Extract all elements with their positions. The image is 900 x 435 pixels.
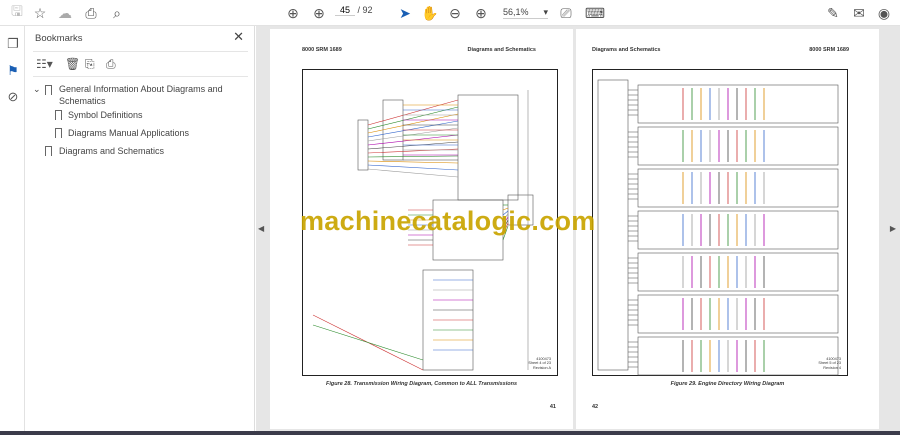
revision-block: 4100473 Sheet 4 of 23 Revision A [528,357,551,371]
options-menu-icon[interactable]: ☷▾ [36,57,53,71]
bookmark-icon[interactable]: ⚑ [5,63,21,79]
bookmark-label: General Information About Diagrams and [59,84,223,94]
next-page-button[interactable]: ⊕ [310,4,328,22]
account-icon[interactable]: ◉ [875,4,893,22]
collapse-left-arrow-icon[interactable]: ◀ [258,224,264,233]
pages-thumbnail-icon[interactable]: ❐ [5,36,21,52]
bookmark-item-icon [45,146,52,156]
page-number: 42 [592,404,599,410]
upload-cloud-icon[interactable]: ☁ [56,4,74,22]
connector [357,119,369,171]
sign-icon[interactable]: ✎ [824,4,842,22]
taskbar-strip [0,431,900,435]
print-icon[interactable]: ⎙ [82,4,100,22]
wire [367,164,459,171]
revision-label: Revision A [533,365,551,370]
page-header-left: Diagrams and Schematics [592,47,661,53]
previous-page-button[interactable]: ⊕ [284,4,302,22]
delete-icon[interactable]: 🗑 [65,57,80,71]
chevron-down-icon: ▾ [543,7,548,17]
close-icon[interactable]: ✕ [233,29,244,45]
wiring-lines [597,79,839,376]
collapse-right-arrow-icon[interactable]: ▶ [890,224,896,233]
connector [637,168,839,208]
connector [637,126,839,166]
search-icon[interactable]: ⌕ [108,4,126,22]
panel-title: Bookmarks [35,33,83,44]
connector [597,79,629,371]
zoom-in-button[interactable]: ⊕ [472,4,490,22]
wire [367,148,459,154]
wire [367,106,459,130]
connector [637,210,839,250]
bookmark-label: Schematics [59,96,106,106]
wiring-diagram: 4100473 Sheet 5 of 23 Revision 4 [592,69,848,376]
bookmark-general-information[interactable]: General Information About Diagrams and Sc… [59,83,223,107]
wire [367,168,459,178]
left-tool-strip: ❐ ⚑ ⊘ [0,26,25,435]
wire [367,160,459,164]
hand-tool-icon[interactable]: ✋ [421,4,439,22]
bookmark-item-icon [55,128,62,138]
scroll-mode-icon[interactable]: ⌨ [585,4,605,22]
revision-block: 4100473 Sheet 5 of 23 Revision 4 [818,357,841,371]
wire [367,99,459,126]
wire [367,155,459,158]
wire [312,324,424,361]
page-header-right: 8000 SRM 1689 [809,47,849,53]
wire [367,141,459,150]
page-header-left: 8000 SRM 1689 [302,47,342,53]
page-number: 41 [549,404,556,410]
mail-icon[interactable]: ✉ [850,4,868,22]
page-navigator: / 92 [335,5,373,16]
bookmarks-panel: Bookmarks ✕ ☷▾ 🗑 ⎘ ⎙ ⌄ General Informati… [25,26,255,435]
expand-chevron-icon[interactable]: ⌄ [33,83,41,95]
new-bookmark-icon[interactable]: ⎘ [85,57,95,72]
bookmark-diagrams-and-schematics[interactable]: Diagrams and Schematics [59,145,164,157]
page-header-right: Diagrams and Schematics [467,47,536,53]
connector [457,94,519,201]
page-42: Diagrams and Schematics 8000 SRM 1689 41… [576,29,879,429]
connector [637,252,839,292]
connector [382,99,404,161]
figure-caption: Figure 29. Engine Directory Wiring Diagr… [670,381,785,387]
bookmark-tools: ☷▾ 🗑 ⎘ ⎙ [33,51,248,77]
sheet-number: Sheet 5 of 23 [818,361,841,365]
fit-page-icon[interactable]: ⎚ [557,4,575,22]
figure-caption: Figure 28. Transmission Wiring Diagram, … [325,381,518,387]
page-number-input[interactable] [335,5,355,16]
connector [637,336,839,376]
revision-label: Revision 4 [823,365,841,370]
page-total: / 92 [357,5,373,15]
toolbar: 🖫 ☆ ☁ ⎙ ⌕ ⊕ ⊕ / 92 ➤ ✋ ⊖ ⊕ 56,1% ▾ ⎚ ⌨ ✎… [0,0,900,26]
zoom-value: 56,1% [503,7,529,17]
connector [637,84,839,124]
bookmark-item-icon [55,110,62,120]
find-bookmark-icon[interactable]: ⎙ [106,57,116,72]
save-icon[interactable]: 🖫 [8,3,26,22]
bookmark-symbol-definitions[interactable]: Symbol Definitions [68,109,143,121]
select-cursor-icon[interactable]: ➤ [396,4,414,22]
sheet-number: Sheet 4 of 23 [528,361,551,365]
zoom-select[interactable]: 56,1% ▾ [503,7,548,19]
bookmark-diagrams-manual-applications[interactable]: Diagrams Manual Applications [68,127,189,139]
bookmark-item-icon [45,85,52,95]
zoom-out-button[interactable]: ⊖ [446,4,464,22]
star-icon[interactable]: ☆ [31,4,49,22]
connector [637,294,839,334]
watermark: machinecatalogic.com [300,206,596,236]
attachment-icon[interactable]: ⊘ [5,89,21,105]
